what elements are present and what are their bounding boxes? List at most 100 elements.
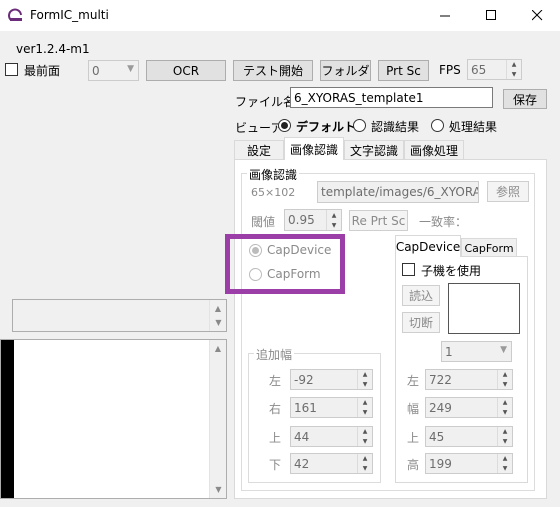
child-device-label: 子機を使用: [421, 264, 482, 278]
minimize-icon[interactable]: [422, 0, 468, 31]
chevron-down-icon: ▼: [500, 345, 507, 355]
scroll-down-icon[interactable]: ▼: [210, 481, 227, 498]
capture-height-label: 高: [407, 458, 420, 472]
tab-capform[interactable]: CapForm: [461, 238, 517, 257]
log-marker-bar: [1, 340, 14, 498]
capture-width-input[interactable]: 249 ▲ ▼: [425, 397, 513, 418]
image-recognition-group-label: 画像認識: [247, 166, 300, 183]
padding-bottom-value: 42: [294, 456, 310, 471]
viewer-processed-label: 処理結果: [449, 120, 498, 134]
spin-down-icon[interactable]: ▼: [358, 380, 372, 390]
topmost-label: 最前面: [24, 64, 61, 78]
read-button[interactable]: 読込: [402, 285, 440, 306]
capture-left-value: 722: [429, 372, 452, 387]
spin-up-icon[interactable]: ▲: [358, 370, 372, 380]
maximize-icon[interactable]: [468, 0, 514, 31]
spin-down-icon[interactable]: ▼: [358, 437, 372, 447]
spin-down-icon[interactable]: ▼: [498, 380, 512, 390]
padding-left-label: 左: [269, 374, 282, 388]
spin-down-icon[interactable]: ▼: [507, 70, 521, 80]
capture-top-value: 45: [429, 429, 445, 444]
threshold-input[interactable]: 0.95 ▲ ▼: [284, 209, 342, 231]
source-capdevice-label: CapDevice: [267, 243, 332, 257]
window-title: FormIC_multi: [30, 8, 109, 22]
scroll-up-icon[interactable]: ▲: [210, 340, 226, 357]
template-size: 65×102: [251, 186, 296, 199]
fps-value: 65: [471, 62, 487, 77]
tab-settings[interactable]: 設定: [234, 140, 284, 159]
capture-height-value: 199: [429, 456, 452, 471]
filename-input[interactable]: 6_XYORAS_template1: [290, 87, 493, 108]
capture-top-input[interactable]: 45 ▲ ▼: [425, 426, 513, 447]
template-path-input[interactable]: template/images/6_XYORAS/6: [317, 181, 479, 203]
fps-label: FPS: [439, 63, 461, 77]
viewer-default-radio[interactable]: [278, 119, 291, 132]
tab-text-recognition[interactable]: 文字認識: [344, 140, 404, 159]
topmost-checkbox[interactable]: [5, 63, 18, 76]
spin-up-icon[interactable]: ▲: [507, 60, 521, 70]
log-textbox[interactable]: ▲ ▼: [0, 339, 227, 499]
test-start-button[interactable]: テスト開始: [233, 60, 313, 81]
padding-top-input[interactable]: 44 ▲ ▼: [290, 426, 373, 447]
scroll-down-icon[interactable]: ▼: [210, 314, 227, 331]
save-button[interactable]: 保存: [503, 89, 547, 109]
threshold-label: 閾値: [251, 215, 276, 229]
app-icon: [8, 8, 22, 21]
padding-bottom-label: 下: [269, 458, 282, 472]
spin-up-icon[interactable]: ▲: [498, 454, 512, 464]
folder-button[interactable]: フォルダ: [320, 60, 371, 81]
source-capform-label: CapForm: [267, 267, 321, 281]
viewer-default-label: デフォルト: [296, 120, 357, 134]
padding-top-label: 上: [269, 431, 282, 445]
viewer-processed-radio[interactable]: [431, 119, 444, 132]
re-prtsc-button[interactable]: Re Prt Sc: [349, 210, 408, 231]
spin-up-icon[interactable]: ▲: [358, 398, 372, 408]
viewer-result-radio[interactable]: [353, 119, 366, 132]
status-textbox[interactable]: ▲ ▼: [12, 299, 227, 332]
match-rate-label: 一致率：: [419, 215, 468, 229]
capture-left-input[interactable]: 722 ▲ ▼: [425, 369, 513, 390]
tab-capdevice[interactable]: CapDevice: [395, 235, 461, 257]
fps-input[interactable]: 65 ▲ ▼: [467, 59, 522, 80]
spin-down-icon[interactable]: ▼: [498, 464, 512, 474]
capture-left-label: 左: [407, 374, 420, 388]
viewer-result-label: 認識結果: [371, 120, 420, 134]
spin-up-icon[interactable]: ▲: [498, 398, 512, 408]
spin-up-icon[interactable]: ▲: [327, 210, 341, 220]
device-select[interactable]: 0 ▼: [88, 60, 139, 81]
spin-down-icon[interactable]: ▼: [358, 464, 372, 474]
tab-image-recognition[interactable]: 画像認識: [284, 137, 344, 160]
filename-label: ファイル名: [235, 95, 296, 109]
threshold-value: 0.95: [288, 213, 315, 227]
source-capform-radio[interactable]: [249, 268, 262, 281]
spin-down-icon[interactable]: ▼: [358, 408, 372, 418]
disconnect-button[interactable]: 切断: [402, 312, 440, 333]
spin-down-icon[interactable]: ▼: [327, 220, 341, 230]
capture-preview: [448, 283, 520, 334]
padding-left-value: -92: [294, 372, 314, 387]
spin-up-icon[interactable]: ▲: [358, 427, 372, 437]
padding-left-input[interactable]: -92 ▲ ▼: [290, 369, 373, 390]
source-capdevice-radio[interactable]: [249, 244, 262, 257]
spin-up-icon[interactable]: ▲: [358, 454, 372, 464]
browse-button[interactable]: 参照: [487, 181, 529, 202]
padding-right-label: 右: [269, 402, 282, 416]
ocr-button[interactable]: OCR: [146, 60, 226, 81]
spin-down-icon[interactable]: ▼: [498, 408, 512, 418]
capture-top-label: 上: [407, 431, 420, 445]
tab-image-processing[interactable]: 画像処理: [404, 140, 464, 159]
device-select-value: 0: [92, 63, 100, 78]
spin-up-icon[interactable]: ▲: [498, 370, 512, 380]
padding-right-input[interactable]: 161 ▲ ▼: [290, 397, 373, 418]
child-device-checkbox[interactable]: [402, 263, 415, 276]
capture-height-input[interactable]: 199 ▲ ▼: [425, 453, 513, 474]
version-label: ver1.2.4-m1: [16, 42, 90, 56]
capture-select[interactable]: 1 ▼: [441, 341, 512, 362]
spin-up-icon[interactable]: ▲: [498, 427, 512, 437]
close-icon[interactable]: [514, 0, 560, 31]
capture-select-value: 1: [445, 344, 453, 359]
prtsc-button[interactable]: Prt Sc: [378, 60, 429, 81]
padding-top-value: 44: [294, 429, 310, 444]
padding-bottom-input[interactable]: 42 ▲ ▼: [290, 453, 373, 474]
spin-down-icon[interactable]: ▼: [498, 437, 512, 447]
